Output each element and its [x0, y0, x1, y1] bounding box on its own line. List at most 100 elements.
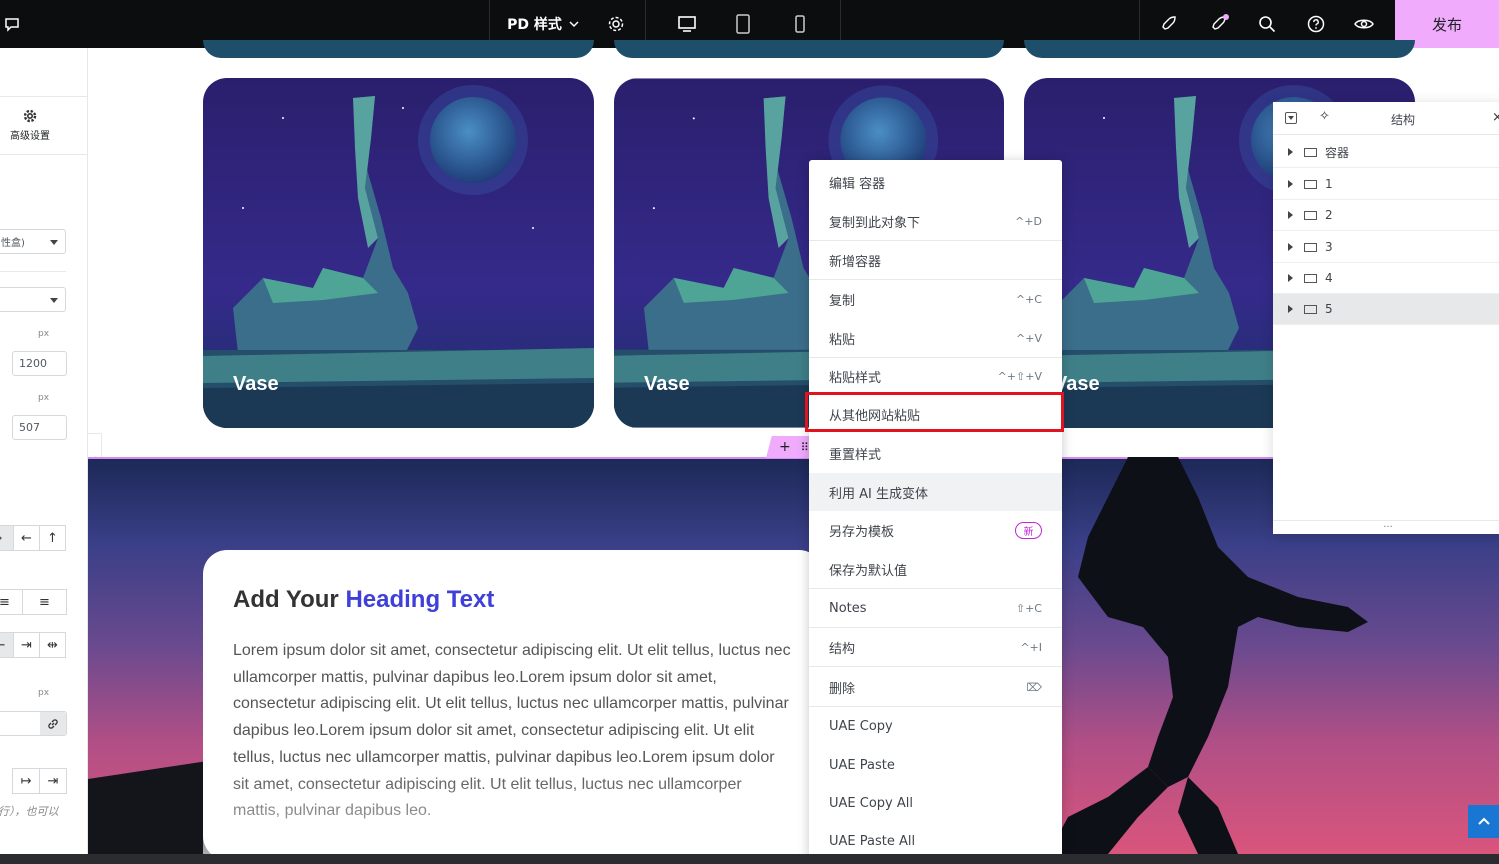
container-icon — [1304, 242, 1317, 252]
navigator-item[interactable]: 容器 — [1273, 137, 1499, 168]
section-handle[interactable]: + ⠿ — [766, 436, 814, 458]
menu-item-label: 粘贴 — [829, 332, 856, 348]
menu-item-label: UAE Paste All — [829, 833, 916, 849]
expand-arrow-icon[interactable] — [1288, 211, 1293, 219]
context-menu-item[interactable]: 编辑 容器 — [809, 163, 1062, 201]
menu-item-shortcut: ^+I — [1020, 640, 1042, 654]
context-menu-item[interactable]: 结构 ^+I — [809, 628, 1062, 666]
context-menu-item[interactable]: 复制到此对象下 ^+D — [809, 202, 1062, 240]
height-input[interactable]: 507 — [12, 415, 67, 440]
navigator-item-selected[interactable]: 5 — [1273, 294, 1499, 325]
section-heading[interactable]: Add Your Heading Text — [233, 586, 793, 614]
wrap-start-icon[interactable]: ↦ — [12, 768, 40, 794]
align-end-icon[interactable]: ⇥ — [13, 632, 40, 658]
context-menu-item[interactable]: 删除 ⌦ — [809, 668, 1062, 706]
context-menu-item[interactable]: UAE Copy — [809, 707, 1062, 745]
close-icon[interactable]: × — [1492, 110, 1499, 125]
context-menu-item[interactable]: Notes ⇧+C — [809, 589, 1062, 627]
menu-item-shortcut: ⇧+C — [1015, 601, 1042, 615]
expand-arrow-icon[interactable] — [1288, 274, 1293, 282]
structure-navigator: ✧ 结构 × 容器 1 2 3 4 5 ... — [1273, 102, 1499, 534]
width-input[interactable]: 1200 — [12, 351, 67, 376]
expand-arrow-icon[interactable] — [1288, 305, 1293, 313]
menu-item-label: 利用 AI 生成变体 — [829, 486, 928, 502]
menu-item-label: Notes — [829, 600, 867, 616]
left-settings-panel: 高级设置 性盒) px 1200 px 507 › ← ↑ ≡ ≡ ⇤ ⇥ ⇹ … — [0, 48, 88, 854]
text-fade-overlay — [203, 770, 823, 860]
add-icon[interactable]: + — [779, 439, 791, 455]
menu-item-label: 另存为模板 — [829, 524, 895, 540]
card-label: Vase — [233, 373, 279, 395]
highlight-box — [805, 392, 1064, 432]
unit-selector[interactable]: px — [38, 393, 49, 403]
arrow-left-icon[interactable]: ← — [13, 525, 40, 551]
align-stretch-icon[interactable]: ⇹ — [39, 632, 66, 658]
chevron-down-icon — [569, 21, 579, 28]
expand-arrow-icon[interactable] — [1288, 243, 1293, 251]
container-icon — [1304, 273, 1317, 283]
expand-arrow-icon[interactable] — [1288, 148, 1293, 156]
navigator-item[interactable]: 2 — [1273, 200, 1499, 231]
arrow-up-icon — [1477, 817, 1490, 825]
secondary-select[interactable] — [0, 287, 66, 312]
menu-item-label: 结构 — [829, 641, 856, 657]
menu-item-label: UAE Copy — [829, 718, 893, 734]
context-menu-item[interactable]: UAE Paste — [809, 746, 1062, 784]
page-title: PD 样式 — [507, 17, 562, 33]
collapse-all-icon[interactable] — [1285, 112, 1297, 124]
navigator-title: 结构 — [1391, 113, 1416, 127]
context-menu-item[interactable]: UAE Copy All — [809, 784, 1062, 822]
advanced-settings-tab[interactable]: 高级设置 — [0, 96, 60, 154]
display-select[interactable]: 性盒) — [0, 229, 66, 254]
context-menu: 编辑 容器 复制到此对象下 ^+D 新增容器 复制 ^+C 粘贴 ^+V 粘贴样式 ^+⇧+V 从其… — [809, 160, 1062, 860]
card-bottom-edge — [614, 40, 1004, 58]
justify-center-icon[interactable]: ≡ — [22, 589, 67, 615]
chat-icon[interactable] — [0, 0, 24, 48]
menu-item-label: 删除 — [829, 681, 856, 697]
drag-handle-icon[interactable]: ⠿ — [801, 441, 809, 454]
navigator-header: ✧ 结构 × — [1273, 102, 1499, 135]
gear-icon — [23, 109, 37, 122]
menu-item-shortcut: ⌦ — [1026, 680, 1042, 694]
navigator-item[interactable]: 4 — [1273, 263, 1499, 294]
menu-item-label: 复制到此对象下 — [829, 215, 921, 231]
menu-item-label: 编辑 容器 — [829, 176, 886, 192]
unit-selector[interactable]: px — [38, 329, 49, 339]
expand-arrow-icon[interactable] — [1288, 180, 1293, 188]
context-menu-item[interactable]: 复制 ^+C — [809, 280, 1062, 318]
menu-item-shortcut: ^+C — [1015, 292, 1042, 306]
chevron-down-icon — [50, 298, 58, 303]
resize-handle[interactable]: ... — [1273, 520, 1499, 534]
menu-item-label: 保存为默认值 — [829, 563, 908, 579]
gap-input[interactable] — [0, 711, 67, 736]
context-menu-item[interactable]: 新增容器 — [809, 241, 1062, 279]
advanced-settings-label: 高级设置 — [10, 130, 50, 142]
container-icon — [1304, 304, 1317, 314]
menu-item-shortcut: ^+D — [1015, 214, 1042, 228]
context-menu-item[interactable]: 另存为模板 新 — [809, 511, 1062, 549]
menu-item-label: 新增容器 — [829, 254, 882, 270]
card-label: Vase — [644, 373, 690, 395]
wrap-icon[interactable]: ⇥ — [39, 768, 67, 794]
card-bottom-edge — [203, 40, 594, 58]
image-card[interactable]: Vase — [203, 78, 594, 428]
justify-start-icon[interactable]: ≡ — [0, 589, 23, 615]
arrow-up-icon[interactable]: ↑ — [39, 525, 66, 551]
navigator-item[interactable]: 1 — [1273, 169, 1499, 200]
navigator-item[interactable]: 3 — [1273, 232, 1499, 263]
heading-text: Add Your — [233, 586, 346, 613]
direction-row-button[interactable]: › — [0, 525, 14, 551]
back-to-top-button[interactable] — [1468, 805, 1499, 838]
menu-item-label: UAE Copy All — [829, 795, 913, 811]
container-icon — [1304, 179, 1317, 189]
link-icon[interactable] — [40, 712, 66, 735]
context-menu-item[interactable]: 粘贴 ^+V — [809, 319, 1062, 357]
context-menu-item[interactable]: 利用 AI 生成变体 — [809, 473, 1062, 511]
bottom-bar — [0, 854, 1499, 864]
context-menu-item[interactable]: 保存为默认值 — [809, 550, 1062, 588]
align-start-icon[interactable]: ⇤ — [0, 632, 14, 658]
context-menu-item[interactable]: 粘贴样式 ^+⇧+V — [809, 357, 1062, 395]
context-menu-item[interactable]: 重置样式 — [809, 434, 1062, 472]
unit-selector[interactable]: px — [38, 688, 49, 698]
sparkle-icon[interactable]: ✧ — [1319, 109, 1330, 124]
